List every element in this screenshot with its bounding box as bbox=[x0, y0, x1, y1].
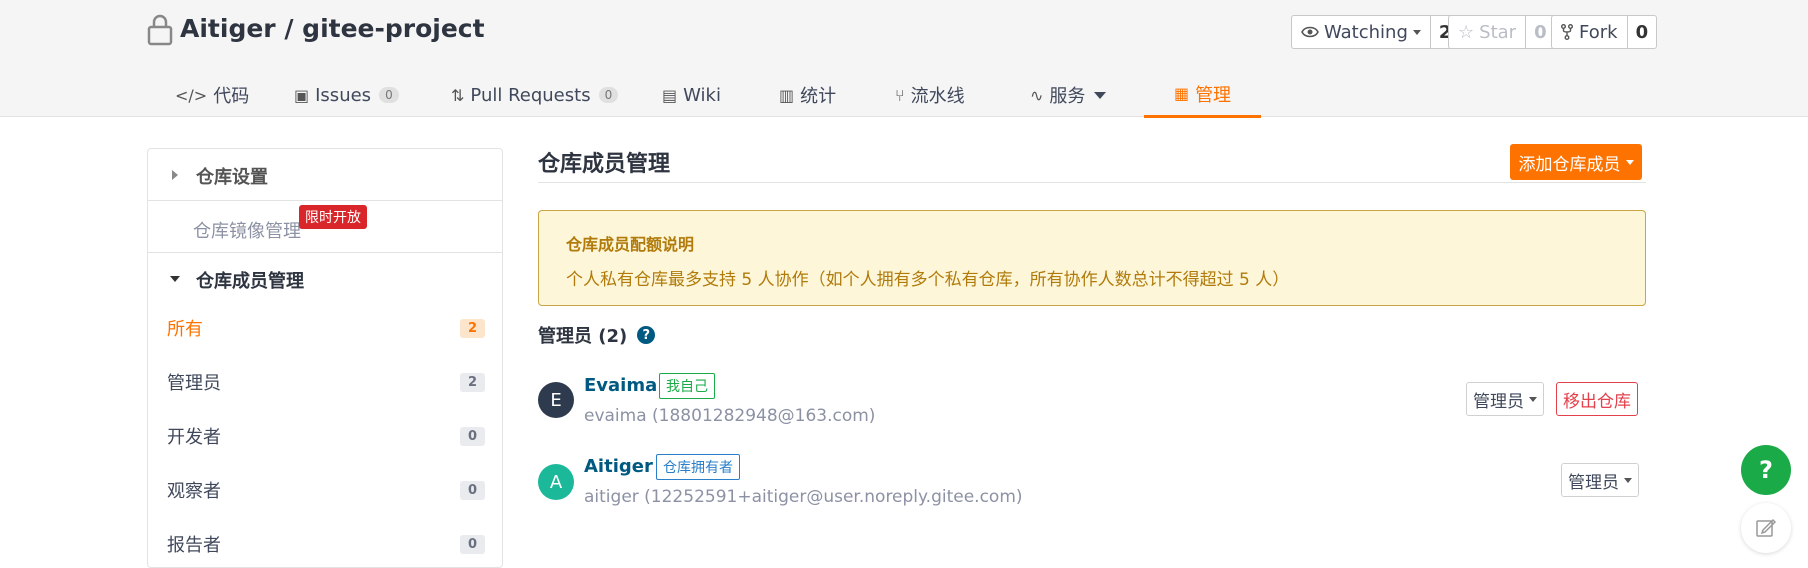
role-dropdown[interactable]: 管理员 bbox=[1466, 382, 1544, 416]
member-name-link[interactable]: Evaima bbox=[584, 375, 657, 396]
count-badge: 2 bbox=[459, 372, 485, 392]
chevron-down-icon bbox=[1529, 396, 1537, 402]
chevron-down-icon bbox=[1412, 29, 1421, 35]
tab-stats[interactable]: ▥ 统计 bbox=[779, 72, 836, 118]
pr-count-badge: 0 bbox=[598, 87, 619, 103]
help-question-icon[interactable]: ? bbox=[637, 326, 656, 344]
count-badge: 0 bbox=[459, 534, 485, 554]
sidebar-mirror-item[interactable]: 仓库镜像管理 限时开放 bbox=[148, 201, 502, 253]
tab-code[interactable]: </> 代码 bbox=[175, 72, 249, 118]
remove-member-button[interactable]: 移出仓库 bbox=[1556, 382, 1638, 416]
caret-down-icon bbox=[170, 276, 180, 282]
tab-manage[interactable]: ▦ 管理 bbox=[1144, 72, 1261, 118]
issues-icon: ▣ bbox=[294, 85, 310, 105]
tab-pull-requests[interactable]: ⇅ Pull Requests 0 bbox=[451, 72, 619, 118]
fork-count[interactable]: 0 bbox=[1626, 16, 1657, 48]
watch-label: Watching bbox=[1324, 21, 1408, 43]
feedback-button[interactable] bbox=[1741, 503, 1791, 553]
notice-title: 仓库成员配额说明 bbox=[566, 235, 695, 254]
quota-notice: 仓库成员配额说明 个人私有仓库最多支持 5 人协作（如个人拥有多个私有仓库，所有… bbox=[538, 210, 1646, 306]
repo-tabs: </> 代码 ▣ Issues 0 ⇅ Pull Requests 0 ▤ Wiki ▥ 统计… bbox=[0, 72, 1808, 118]
avatar[interactable]: E bbox=[538, 382, 574, 418]
page-title: 仓库成员管理 bbox=[538, 152, 671, 177]
admins-section-heading: 管理员 (2) ? bbox=[538, 322, 656, 348]
manage-icon: ▦ bbox=[1173, 84, 1190, 103]
edit-icon bbox=[1756, 518, 1777, 537]
sidebar-item-developers[interactable]: 开发者 0 bbox=[167, 423, 485, 449]
star-label: Star bbox=[1479, 21, 1517, 43]
settings-sidebar: 仓库设置 仓库镜像管理 限时开放 仓库成员管理 所有 2 管理员 2 开发者 0 观察… bbox=[147, 148, 503, 568]
code-icon: </> bbox=[175, 85, 208, 105]
repo-name-link[interactable]: gitee-project bbox=[302, 14, 484, 43]
issues-count-badge: 0 bbox=[379, 87, 399, 103]
help-button[interactable]: ? bbox=[1741, 445, 1791, 495]
count-badge: 2 bbox=[459, 318, 485, 338]
caret-right-icon bbox=[172, 170, 178, 180]
notice-text: 个人私有仓库最多支持 5 人协作（如个人拥有多个私有仓库，所有协作人数总计不得超… bbox=[566, 270, 1290, 290]
fork-label: Fork bbox=[1579, 21, 1618, 43]
lock-icon bbox=[147, 14, 173, 46]
count-badge: 0 bbox=[459, 426, 485, 446]
repo-separator: / bbox=[275, 14, 303, 43]
fork-icon bbox=[1561, 24, 1573, 40]
pipeline-icon: ⑂ bbox=[895, 85, 905, 105]
fork-button[interactable]: Fork 0 bbox=[1551, 15, 1658, 49]
watch-button[interactable]: Watching 2 bbox=[1291, 15, 1461, 49]
sidebar-item-observers[interactable]: 观察者 0 bbox=[167, 477, 485, 503]
repo-title: Aitiger / gitee-project bbox=[180, 14, 485, 43]
pulse-icon: ∿ bbox=[1030, 85, 1044, 105]
repo-header: Aitiger / gitee-project Watching 2 ☆ Sta… bbox=[0, 0, 1808, 118]
tab-pipeline[interactable]: ⑂ 流水线 bbox=[895, 72, 965, 118]
member-email: evaima (18801282948@163.com) bbox=[584, 406, 876, 426]
role-dropdown[interactable]: 管理员 bbox=[1561, 463, 1639, 497]
count-badge: 0 bbox=[459, 480, 485, 500]
owner-tag: 仓库拥有者 bbox=[656, 454, 740, 480]
member-email: aitiger (12252591+aitiger@user.noreply.g… bbox=[584, 487, 1023, 507]
repo-owner-link[interactable]: Aitiger bbox=[180, 14, 276, 43]
member-name-link[interactable]: Aitiger bbox=[584, 456, 653, 477]
limited-open-badge: 限时开放 bbox=[299, 205, 367, 229]
chevron-down-icon bbox=[1625, 159, 1634, 165]
eye-icon bbox=[1301, 26, 1319, 38]
pull-request-icon: ⇅ bbox=[451, 85, 465, 105]
sidebar-member-management[interactable]: 仓库成员管理 bbox=[148, 253, 502, 305]
star-button[interactable]: ☆ Star 0 bbox=[1448, 15, 1556, 49]
tab-wiki[interactable]: ▤ Wiki bbox=[662, 72, 721, 118]
chevron-down-icon bbox=[1624, 477, 1632, 483]
sidebar-item-reporters[interactable]: 报告者 0 bbox=[167, 531, 485, 557]
add-member-button[interactable]: 添加仓库成员 bbox=[1510, 144, 1642, 180]
star-icon: ☆ bbox=[1458, 21, 1475, 43]
self-tag: 我自己 bbox=[659, 373, 715, 399]
sidebar-item-admins[interactable]: 管理员 2 bbox=[167, 369, 485, 395]
sidebar-item-all[interactable]: 所有 2 bbox=[167, 315, 485, 341]
chevron-down-icon bbox=[1094, 91, 1107, 99]
title-divider bbox=[538, 182, 1646, 183]
wiki-icon: ▤ bbox=[662, 85, 678, 105]
avatar[interactable]: A bbox=[538, 464, 574, 500]
stats-icon: ▥ bbox=[779, 85, 795, 105]
tab-issues[interactable]: ▣ Issues 0 bbox=[294, 72, 399, 118]
tab-services[interactable]: ∿ 服务 bbox=[1030, 72, 1107, 118]
sidebar-repo-settings[interactable]: 仓库设置 bbox=[148, 149, 502, 201]
